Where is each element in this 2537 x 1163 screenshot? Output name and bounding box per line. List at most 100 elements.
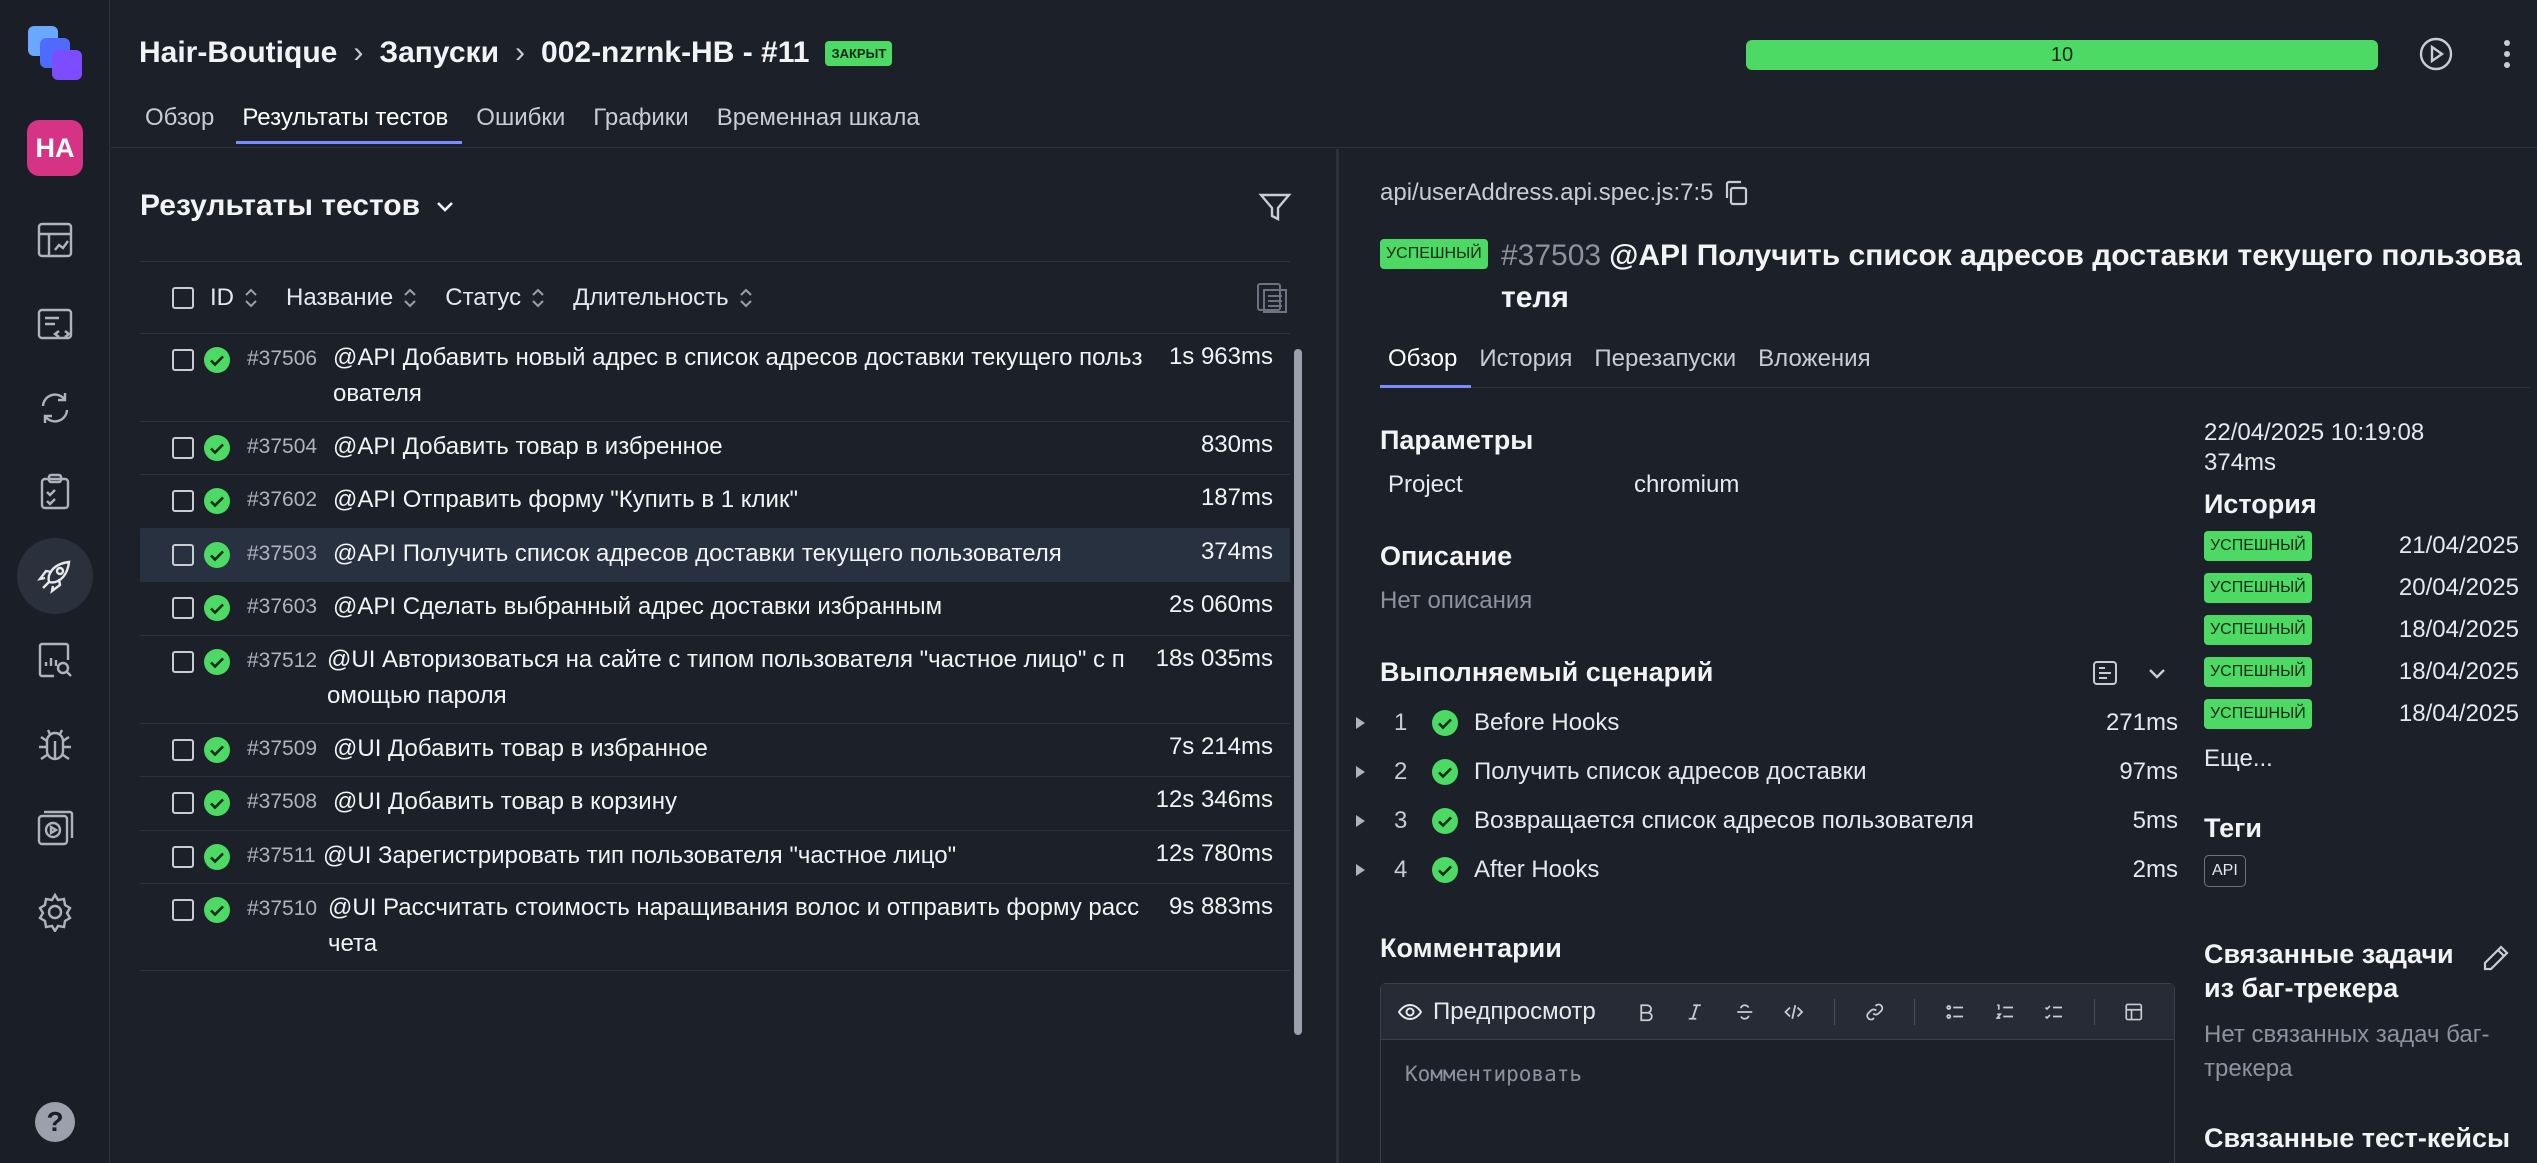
row-id: #37508	[247, 790, 318, 813]
row-checkbox[interactable]	[172, 597, 194, 619]
row-name: @UI Авторизоваться на сайте с типом поль…	[327, 646, 1125, 709]
avatar[interactable]: HA	[27, 120, 83, 176]
history-item[interactable]: УСПЕШНЫЙ 21/04/2025	[2204, 531, 2519, 561]
bug-icon[interactable]	[25, 715, 85, 775]
row-checkbox[interactable]	[172, 437, 194, 459]
row-checkbox[interactable]	[172, 490, 194, 512]
sort-status[interactable]: Статус	[445, 284, 545, 312]
table-row[interactable]: #37504 @API Добавить товар в избренное 8…	[140, 421, 1290, 474]
table-row-selected[interactable]: #37503 @API Получить список адресов дост…	[140, 528, 1290, 581]
row-checkbox[interactable]	[172, 739, 194, 761]
history-item[interactable]: УСПЕШНЫЙ 20/04/2025	[2204, 573, 2519, 603]
expand-all-icon[interactable]	[2091, 659, 2119, 687]
select-all-checkbox[interactable]	[172, 286, 194, 309]
history-item[interactable]: УСПЕШНЫЙ 18/04/2025	[2204, 699, 2519, 729]
columns-settings-icon[interactable]	[1254, 280, 1290, 316]
table-row[interactable]: #37510 @UI Рассчитать стоимость наращива…	[140, 883, 1290, 971]
edit-pencil-icon[interactable]	[2481, 943, 2511, 973]
clipboard-icon[interactable]	[25, 462, 85, 522]
tab-timeline[interactable]: Временная шкала	[717, 104, 934, 144]
sync-icon[interactable]	[25, 378, 85, 438]
editor-toolbar: Предпросмотр	[1381, 984, 2174, 1040]
linked-issues-heading: Связанные задачи	[2204, 939, 2454, 969]
sort-name[interactable]: Название	[286, 284, 417, 312]
comment-input[interactable]: Комментировать	[1405, 1062, 1582, 1086]
row-checkbox[interactable]	[172, 846, 194, 868]
table-row[interactable]: #37509 @UI Добавить товар в избранное 7s…	[140, 723, 1290, 776]
column-duration: Длительность	[573, 283, 729, 311]
closed-badge: ЗАКРЫТ	[825, 40, 893, 66]
link-icon[interactable]	[1865, 999, 1885, 1025]
table-row[interactable]: #37512 @UI Авторизоваться на сайте с тип…	[140, 635, 1290, 723]
test-cases-icon[interactable]	[25, 295, 85, 355]
tab-attachments[interactable]: Вложения	[1750, 345, 1884, 387]
scenario-step[interactable]: 2 Получить список адресов доставки 97ms	[1354, 752, 2178, 792]
tag-chip[interactable]: API	[2204, 855, 2246, 887]
more-vertical-icon[interactable]	[2489, 36, 2525, 72]
rocket-icon[interactable]	[17, 538, 93, 614]
playlist-icon[interactable]	[25, 798, 85, 858]
table-row[interactable]: #37602 @API Отправить форму "Купить в 1 …	[140, 474, 1290, 528]
row-checkbox[interactable]	[172, 792, 194, 814]
tab-overview[interactable]: Обзор	[145, 104, 228, 144]
app-logo-icon[interactable]	[26, 24, 84, 82]
row-duration: 12s 780ms	[1155, 840, 1273, 867]
analytics-icon[interactable]	[25, 630, 85, 690]
tab-charts[interactable]: Графики	[593, 104, 702, 144]
scenario-step[interactable]: 4 After Hooks 2ms	[1354, 850, 2178, 890]
status-badge: УСПЕШНЫЙ	[2204, 699, 2312, 729]
tab-history[interactable]: История	[1471, 345, 1586, 387]
italic-icon[interactable]	[1685, 999, 1705, 1025]
table-icon[interactable]	[2124, 999, 2144, 1025]
param-value: chromium	[1634, 471, 1740, 498]
copy-icon[interactable]	[1722, 179, 1750, 207]
row-checkbox[interactable]	[172, 544, 194, 566]
test-detail-panel: api/userAddress.api.spec.js:7:5 УСПЕШНЫЙ…	[1339, 149, 2537, 1163]
preview-button[interactable]: Предпросмотр	[1397, 998, 1596, 1026]
history-more-link[interactable]: Еще...	[2204, 745, 2273, 773]
row-id: #37512	[247, 649, 318, 672]
dashboard-icon[interactable]	[25, 210, 85, 270]
play-button-icon[interactable]	[2418, 36, 2454, 72]
scrollbar[interactable]	[1294, 349, 1302, 1035]
numbered-list-icon[interactable]	[1995, 999, 2015, 1025]
header-tabs: Обзор Результаты тестов Ошибки Графики В…	[145, 104, 948, 144]
chevron-down-icon[interactable]	[2143, 659, 2171, 687]
row-id: #37509	[247, 737, 318, 760]
scenario-step[interactable]: 3 Возвращается список адресов пользовате…	[1354, 801, 2178, 841]
breadcrumb-launches[interactable]: Запуски	[379, 36, 499, 70]
results-title[interactable]: Результаты тестов	[140, 189, 456, 223]
tab-detail-overview[interactable]: Обзор	[1380, 345, 1472, 388]
history-item[interactable]: УСПЕШНЫЙ 18/04/2025	[2204, 615, 2519, 645]
row-duration: 1s 963ms	[1168, 343, 1273, 370]
tab-test-results[interactable]: Результаты тестов	[236, 104, 463, 144]
success-check-icon	[204, 649, 230, 675]
table-row[interactable]: #37511 @UI Зарегистрировать тип пользова…	[140, 830, 1290, 883]
table-row[interactable]: #37508 @UI Добавить товар в корзину 12s …	[140, 776, 1290, 830]
row-checkbox[interactable]	[172, 899, 194, 921]
checklist-icon[interactable]	[2044, 999, 2064, 1025]
step-duration: 271ms	[2105, 709, 2178, 736]
history-date: 18/04/2025	[2398, 700, 2519, 727]
row-checkbox[interactable]	[172, 651, 194, 673]
bold-icon[interactable]	[1636, 999, 1656, 1025]
history-item[interactable]: УСПЕШНЫЙ 18/04/2025	[2204, 657, 2519, 687]
scenario-step[interactable]: 1 Before Hooks 271ms	[1354, 703, 2178, 743]
filter-icon[interactable]	[1257, 189, 1293, 225]
help-icon[interactable]: ?	[35, 1102, 75, 1142]
sort-id[interactable]: ID	[210, 284, 258, 312]
settings-icon[interactable]	[25, 882, 85, 942]
strikethrough-icon[interactable]	[1735, 999, 1755, 1025]
scenario-heading: Выполняемый сценарий	[1380, 657, 1714, 687]
tab-errors[interactable]: Ошибки	[476, 104, 579, 144]
bullet-list-icon[interactable]	[1945, 999, 1965, 1025]
row-name: @UI Зарегистрировать тип пользователя "ч…	[323, 842, 957, 869]
breadcrumb-project[interactable]: Hair-Boutique	[139, 36, 337, 70]
code-icon[interactable]	[1784, 999, 1804, 1025]
row-checkbox[interactable]	[172, 349, 194, 371]
tab-reruns[interactable]: Перезапуски	[1586, 345, 1750, 387]
table-row[interactable]: #37603 @API Сделать выбранный адрес дост…	[140, 581, 1290, 635]
sort-duration[interactable]: Длительность	[573, 284, 753, 312]
row-duration: 2s 060ms	[1168, 591, 1273, 618]
table-row[interactable]: #37506 @API Добавить новый адрес в списо…	[140, 333, 1290, 421]
